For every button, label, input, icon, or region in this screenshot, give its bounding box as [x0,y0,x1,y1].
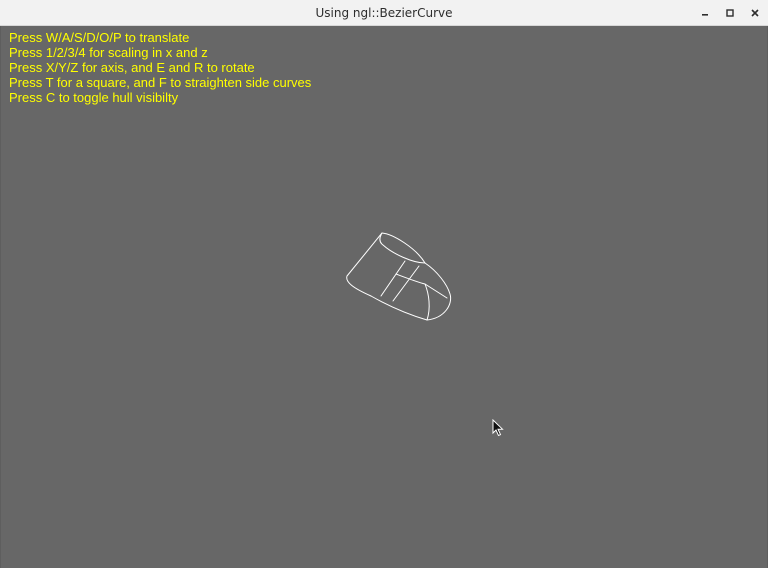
surface-top-edge [381,232,426,264]
maximize-icon [725,8,735,18]
surface-bottom-edge [370,295,428,321]
app-window: Using ngl::BezierCurve Press W/A/S/D/O/P… [0,0,768,568]
bezier-surface-render [346,232,452,321]
surface-inner-curve-top [379,232,426,264]
window-title: Using ngl::BezierCurve [315,6,453,20]
surface-isoline-1 [380,260,406,297]
title-bar[interactable]: Using ngl::BezierCurve [0,0,768,26]
surface-isoline-2 [392,265,420,302]
mouse-cursor-icon [492,419,504,437]
gl-viewport[interactable]: Press W/A/S/D/O/P to translate Press 1/2… [0,26,768,568]
bezier-surface-wireframe [346,232,452,321]
minimize-icon [700,8,710,18]
close-icon [750,8,760,18]
maximize-button[interactable] [720,3,740,23]
surface-left-edge [346,232,383,297]
surface-isoline-4 [424,283,430,321]
close-button[interactable] [745,3,765,23]
minimize-button[interactable] [695,3,715,23]
